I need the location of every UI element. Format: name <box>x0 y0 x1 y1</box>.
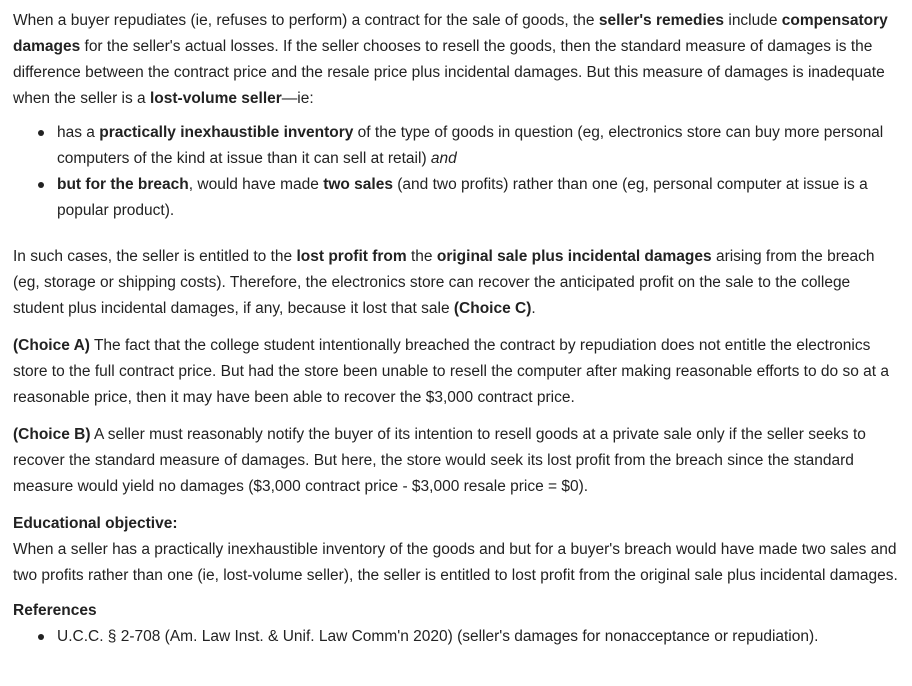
heading-text: Educational objective: <box>13 515 178 532</box>
list-item: has a practically inexhaustible inventor… <box>38 120 899 172</box>
lost-volume-criteria-list: has a practically inexhaustible inventor… <box>13 120 899 224</box>
paragraph-text: the <box>406 248 437 265</box>
choice-c-paragraph: In such cases, the seller is entitled to… <box>13 244 899 322</box>
paragraph-text: In such cases, the seller is entitled to… <box>13 248 297 265</box>
heading-text: References <box>13 602 97 619</box>
references-heading: References <box>13 598 899 624</box>
choice-a-text: The fact that the college student intent… <box>13 337 889 406</box>
educational-objective-body: When a seller has a practically inexhaus… <box>13 541 898 584</box>
reference-item: U.C.C. § 2-708 (Am. Law Inst. & Unif. La… <box>38 624 899 650</box>
choice-a-paragraph: (Choice A) The fact that the college stu… <box>13 333 899 411</box>
intro-text: for the seller's actual losses. If the s… <box>13 38 885 107</box>
paragraph-bold: original sale plus incidental damages <box>436 248 712 265</box>
choice-a-label: (Choice A) <box>13 337 90 354</box>
explanation-panel: When a buyer repudiates (ie, refuses to … <box>0 0 912 650</box>
choice-b-text: A seller must reasonably notify the buye… <box>13 426 866 495</box>
list-item-italic: and <box>430 150 457 167</box>
choice-c-label: (Choice C) <box>453 300 532 317</box>
paragraph-bold: lost profit from <box>296 248 407 265</box>
list-item: but for the breach, would have made two … <box>38 172 899 224</box>
paragraph-text: . <box>531 300 536 317</box>
references-list: U.C.C. § 2-708 (Am. Law Inst. & Unif. La… <box>13 624 899 650</box>
educational-objective-heading: Educational objective: <box>13 511 899 537</box>
list-item-bold: but for the breach <box>57 176 189 193</box>
intro-text: include <box>724 12 782 29</box>
intro-bold-sellers-remedies: seller's remedies <box>598 12 725 29</box>
list-item-text: , would have made <box>188 176 324 193</box>
intro-bold-lost-volume-seller: lost-volume seller <box>150 90 282 107</box>
intro-text: —ie: <box>281 90 314 107</box>
choice-b-label: (Choice B) <box>13 426 91 443</box>
list-item-bold: practically inexhaustible inventory <box>99 124 354 141</box>
list-item-bold: two sales <box>323 176 393 193</box>
list-item-text: has a <box>57 124 100 141</box>
intro-paragraph: When a buyer repudiates (ie, refuses to … <box>13 8 899 112</box>
intro-text: When a buyer repudiates (ie, refuses to … <box>13 12 599 29</box>
choice-b-paragraph: (Choice B) A seller must reasonably noti… <box>13 422 899 500</box>
